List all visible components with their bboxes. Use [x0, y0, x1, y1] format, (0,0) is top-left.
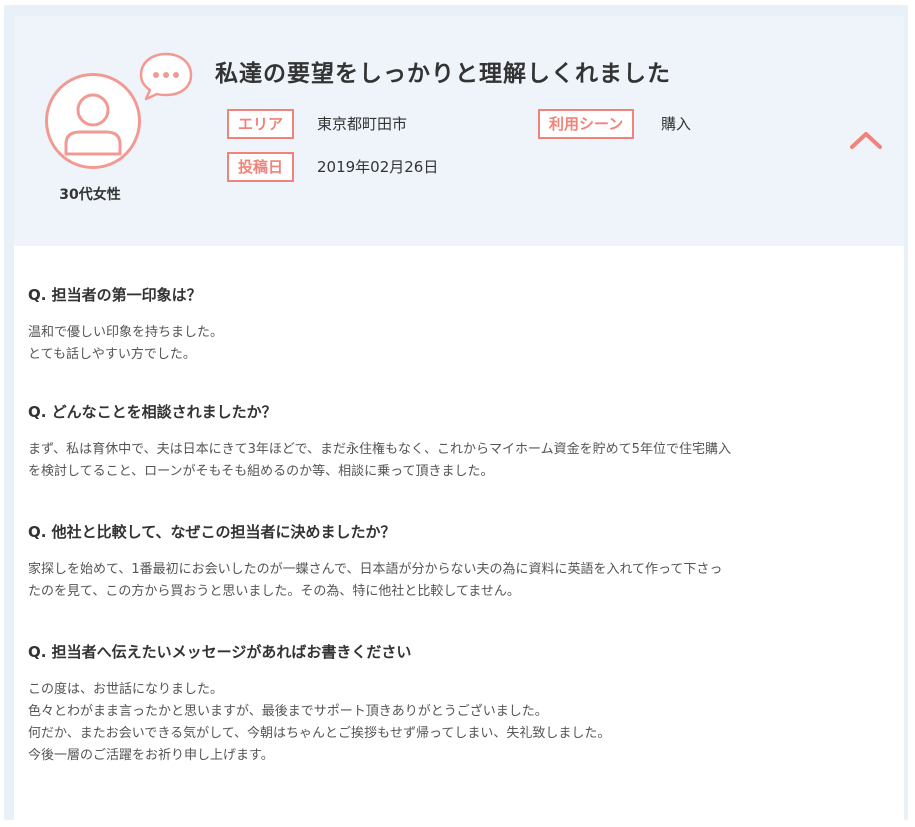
- question-text: Q. どんなことを相談されましたか？: [28, 403, 277, 421]
- question-text: Q. 担当者へ伝えたいメッセージがあればお書きください: [28, 643, 412, 661]
- qa-item: Q. どんなことを相談されましたか？ まず、私は育休中で、夫は日本にきて3年ほど…: [28, 401, 888, 483]
- answer-line: たのを見て、この方から買おうと思いました。その為、特に他社と比較してません。: [28, 584, 520, 599]
- speech-bubble-icon: [139, 52, 193, 101]
- answer-text: 家探しを始めて、1番最初にお会いしたのが一蝶さんで、日本語が分からない夫の為に資…: [28, 559, 888, 603]
- review-card: 30代女性 私達の要望をしっかりと理解しくれました エリア 東京都町田市 利用シ…: [14, 16, 904, 820]
- qa-item: Q. 担当者の第一印象は？ 温和で優しい印象を持ちました。 とても話しやすい方で…: [28, 284, 888, 366]
- answer-line: この度は、お世話になりました。: [28, 682, 224, 697]
- answer-line: 家探しを始めて、1番最初にお会いしたのが一蝶さんで、日本語が分からない夫の為に資…: [28, 562, 723, 577]
- answer-line: とても話しやすい方でした。: [28, 347, 196, 362]
- review-header: 30代女性 私達の要望をしっかりと理解しくれました エリア 東京都町田市 利用シ…: [14, 16, 904, 246]
- answer-text: まず、私は育休中で、夫は日本にきて3年ほどで、まだ永住権もなく、これからマイホー…: [28, 439, 888, 483]
- area-tag: エリア: [227, 109, 295, 139]
- review-title: 私達の要望をしっかりと理解しくれました: [215, 61, 671, 87]
- answer-line: 温和で優しい印象を持ちました。: [28, 325, 224, 340]
- answer-text: 温和で優しい印象を持ちました。 とても話しやすい方でした。: [28, 322, 888, 366]
- chevron-up-icon: [850, 132, 882, 149]
- answer-line: 色々とわがまま言ったかと思いますが、最後までサポート頂きありがとうございました。: [28, 704, 548, 719]
- scene-tag: 利用シーン: [538, 109, 635, 139]
- answer-line: を検討してること、ローンがそもそも組めるのか等、相談に乗って頂きました。: [28, 464, 494, 479]
- date-tag: 投稿日: [227, 152, 295, 182]
- qa-item: Q. 担当者へ伝えたいメッセージがあればお書きください この度は、お世話になりま…: [28, 641, 888, 767]
- answer-text: この度は、お世話になりました。 色々とわがまま言ったかと思いますが、最後までサポ…: [28, 679, 888, 767]
- reviewer-age-label: 30代女性: [59, 187, 121, 203]
- answer-line: 今後一層のご活躍をお祈り申し上げます。: [28, 748, 274, 763]
- question-text: Q. 他社と比較して、なぜこの担当者に決めましたか？: [28, 523, 396, 541]
- answer-line: 何だか、またお会いできる気がして、今朝はちゃんとご挨拶もせず帰ってしまい、失礼致…: [28, 726, 611, 741]
- qa-item: Q. 他社と比較して、なぜこの担当者に決めましたか？ 家探しを始めて、1番最初に…: [28, 521, 888, 603]
- area-value: 東京都町田市: [317, 115, 408, 133]
- collapse-toggle-button[interactable]: [848, 128, 884, 152]
- date-value: 2019年02月26日: [317, 158, 439, 176]
- answer-line: まず、私は育休中で、夫は日本にきて3年ほどで、まだ永住権もなく、これからマイホー…: [28, 442, 731, 457]
- scene-value: 購入: [661, 115, 692, 133]
- question-text: Q. 担当者の第一印象は？: [28, 286, 202, 304]
- user-avatar-icon: [45, 73, 141, 169]
